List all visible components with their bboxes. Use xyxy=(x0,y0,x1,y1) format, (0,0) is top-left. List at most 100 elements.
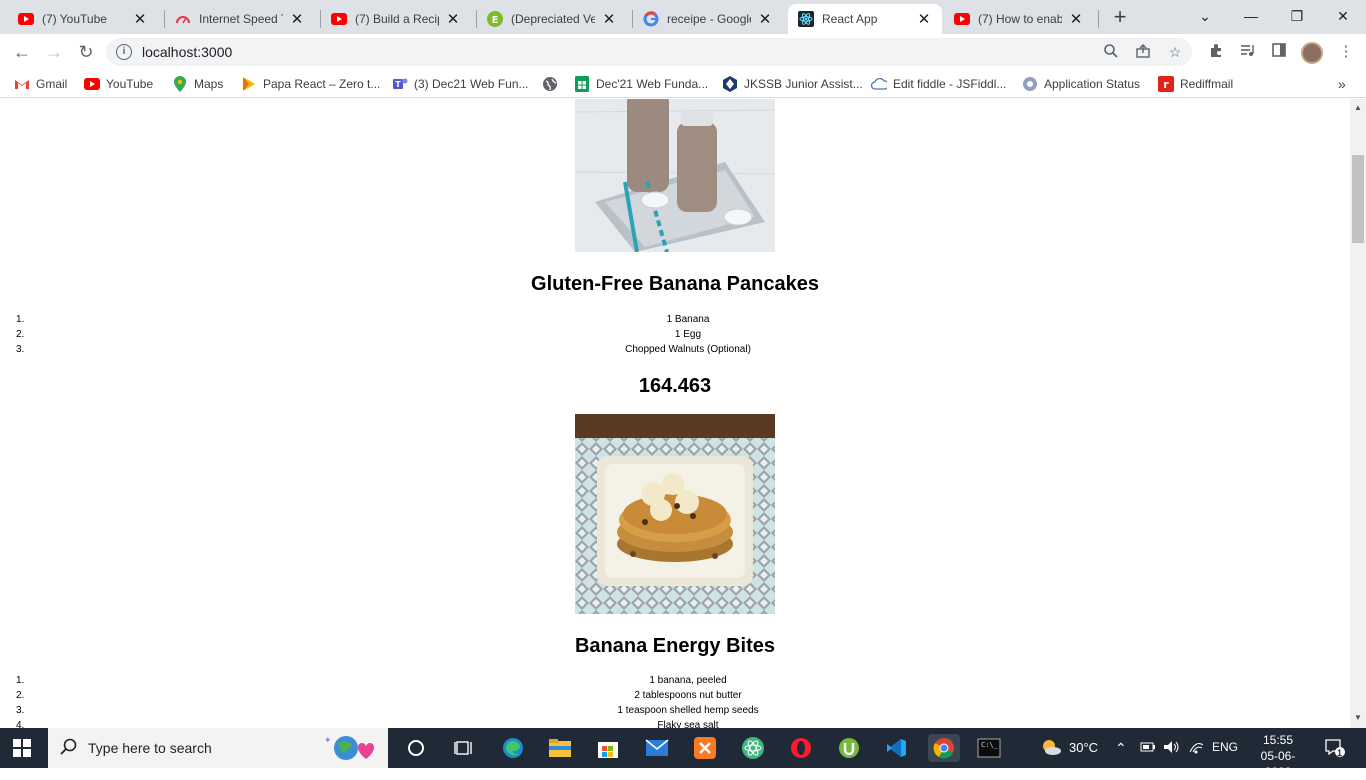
tab-title: (Depreciated Ver xyxy=(511,12,595,26)
reload-icon[interactable]: ↻ xyxy=(72,38,100,66)
tab-strip: (7) YouTube ✕ Internet Speed Te ✕ (7) Bu… xyxy=(0,0,1366,34)
bookmark-papa-react[interactable]: Papa React – Zero t... xyxy=(241,75,380,93)
atom-icon[interactable] xyxy=(739,734,767,762)
bookmarks-bar: Gmail YouTube Maps Papa React – Zero t..… xyxy=(0,70,1366,98)
bookmark-label: Dec'21 Web Funda... xyxy=(596,77,709,91)
weather-icon[interactable] xyxy=(1040,738,1062,759)
close-icon[interactable]: ✕ xyxy=(289,10,305,28)
close-icon[interactable]: ✕ xyxy=(132,10,148,28)
bookmark-label: Rediffmail xyxy=(1180,77,1234,91)
side-panel-icon[interactable] xyxy=(1269,42,1289,62)
bookmark-label: Edit fiddle - JSFiddl... xyxy=(893,77,1007,91)
vscode-icon[interactable] xyxy=(882,734,910,762)
windows-taskbar: Type here to search ✦ C:\_ 30°C ⌃ ENG 15… xyxy=(0,728,1366,779)
scrollbar-thumb[interactable] xyxy=(1352,155,1364,243)
ingredient-text: Chopped Walnuts (Optional) xyxy=(625,344,751,355)
weather-temperature[interactable]: 30°C xyxy=(1069,740,1098,755)
xampp-icon[interactable] xyxy=(691,734,719,762)
sheets-icon xyxy=(574,76,590,92)
opera-icon[interactable] xyxy=(787,734,815,762)
search-placeholder: Type here to search xyxy=(88,740,212,756)
back-arrow-icon[interactable]: ← xyxy=(8,38,36,66)
tab-speed-test[interactable]: Internet Speed Te ✕ xyxy=(165,4,315,34)
wifi-icon[interactable] xyxy=(1188,740,1204,757)
close-window-button[interactable]: ✕ xyxy=(1320,4,1366,28)
youtube-icon xyxy=(954,11,970,27)
menu-kebab-icon[interactable]: ⋮ xyxy=(1336,42,1356,62)
papa-react-icon xyxy=(241,76,257,92)
close-icon[interactable]: ✕ xyxy=(757,10,773,28)
task-view-icon[interactable] xyxy=(450,734,478,762)
share-icon[interactable] xyxy=(1134,43,1152,61)
bookmark-star-icon[interactable]: ☆ xyxy=(1166,43,1184,61)
file-explorer-icon[interactable] xyxy=(546,734,574,762)
browser-toolbar: ← → ↻ i localhost:3000 ☆ ⋮ xyxy=(0,34,1366,70)
scroll-down-arrow-icon[interactable]: ▼ xyxy=(1354,713,1362,722)
tab-search-chevron-icon[interactable]: ⌄ xyxy=(1182,4,1228,28)
taskbar-search-box[interactable]: Type here to search ✦ xyxy=(48,728,388,768)
close-icon[interactable]: ✕ xyxy=(601,10,617,28)
close-icon[interactable]: ✕ xyxy=(1068,10,1084,28)
zoom-icon[interactable] xyxy=(1102,43,1120,61)
gmail-icon xyxy=(14,76,30,92)
tab-title: (7) How to enabl xyxy=(978,12,1062,26)
bookmarks-overflow-icon[interactable]: » xyxy=(1338,75,1346,93)
battery-icon[interactable] xyxy=(1140,740,1156,757)
bookmark-dec21-teams[interactable]: T (3) Dec21 Web Fun... xyxy=(392,75,529,93)
volume-icon[interactable] xyxy=(1163,740,1181,757)
maps-pin-icon xyxy=(172,76,188,92)
bookmark-gmail[interactable]: Gmail xyxy=(14,75,67,93)
system-clock[interactable]: 15:55 05-06-2022 xyxy=(1248,732,1308,780)
chrome-icon[interactable] xyxy=(928,734,960,762)
restore-button[interactable]: ❐ xyxy=(1274,4,1320,28)
microsoft-store-icon[interactable] xyxy=(594,734,622,762)
language-indicator[interactable]: ENG xyxy=(1212,740,1238,754)
ingredient-text: 1 Egg xyxy=(674,329,702,340)
mail-icon[interactable] xyxy=(643,734,671,762)
windows-start-icon[interactable] xyxy=(13,739,31,757)
utorrent-icon[interactable] xyxy=(835,734,863,762)
profile-avatar[interactable] xyxy=(1301,42,1323,64)
bookmark-jkssb[interactable]: JKSSB Junior Assist... xyxy=(722,75,863,93)
terminal-icon[interactable]: C:\_ xyxy=(975,734,1003,762)
chevron-up-icon[interactable]: ⌃ xyxy=(1115,740,1127,757)
forward-arrow-icon[interactable]: → xyxy=(40,38,68,66)
bookmark-label: Papa React – Zero t... xyxy=(263,77,381,91)
tab-depreciated[interactable]: E (Depreciated Ver ✕ xyxy=(477,4,627,34)
extensions-icon[interactable] xyxy=(1206,42,1226,62)
media-control-icon[interactable] xyxy=(1237,42,1257,62)
list-item: 2. 2 tablespoons nut butter xyxy=(0,689,1350,704)
scroll-up-arrow-icon[interactable]: ▲ xyxy=(1354,103,1362,112)
bookmark-application-status[interactable]: Application Status xyxy=(1022,75,1140,93)
bookmark-youtube[interactable]: YouTube xyxy=(84,75,153,93)
address-bar[interactable]: i localhost:3000 ☆ xyxy=(106,38,1192,66)
tab-youtube-1[interactable]: (7) YouTube ✕ xyxy=(8,4,158,34)
globe-icon xyxy=(542,76,558,92)
bookmark-maps[interactable]: Maps xyxy=(172,75,223,93)
list-item: 3. Chopped Walnuts (Optional) xyxy=(0,343,1350,358)
close-icon[interactable]: ✕ xyxy=(445,10,461,28)
vertical-scrollbar[interactable]: ▲ ▼ xyxy=(1350,99,1366,728)
cortana-icon[interactable] xyxy=(402,734,430,762)
bookmark-rediffmail[interactable]: r Rediffmail xyxy=(1158,75,1233,93)
list-item: 3. 1 teaspoon shelled hemp seeds xyxy=(0,704,1350,719)
info-icon[interactable]: i xyxy=(116,44,132,60)
jsfiddle-cloud-icon xyxy=(871,76,887,92)
new-tab-button[interactable]: + xyxy=(1108,6,1132,30)
recipe-title: Gluten-Free Banana Pancakes xyxy=(531,273,819,295)
close-icon[interactable]: ✕ xyxy=(916,10,932,28)
bookmark-dec21-sheets[interactable]: Dec'21 Web Funda... xyxy=(574,75,708,93)
ingredient-text: 1 teaspoon shelled hemp seeds xyxy=(617,705,759,716)
notification-icon[interactable] xyxy=(1324,738,1346,761)
notification-count: 1 xyxy=(1337,748,1343,758)
tab-react-app[interactable]: React App ✕ xyxy=(788,4,942,34)
edge-icon[interactable] xyxy=(499,734,527,762)
bookmark-globe[interactable] xyxy=(542,75,564,93)
bookmark-jsfiddle[interactable]: Edit fiddle - JSFiddl... xyxy=(871,75,1006,93)
minimize-button[interactable]: — xyxy=(1228,4,1274,28)
jkssb-icon xyxy=(722,76,738,92)
svg-text:✦: ✦ xyxy=(324,736,332,746)
tab-build-recipe[interactable]: (7) Build a Recipe ✕ xyxy=(321,4,471,34)
tab-google[interactable]: receipe - Google ✕ xyxy=(633,4,783,34)
tab-how-to-enable[interactable]: (7) How to enabl ✕ xyxy=(944,4,1094,34)
